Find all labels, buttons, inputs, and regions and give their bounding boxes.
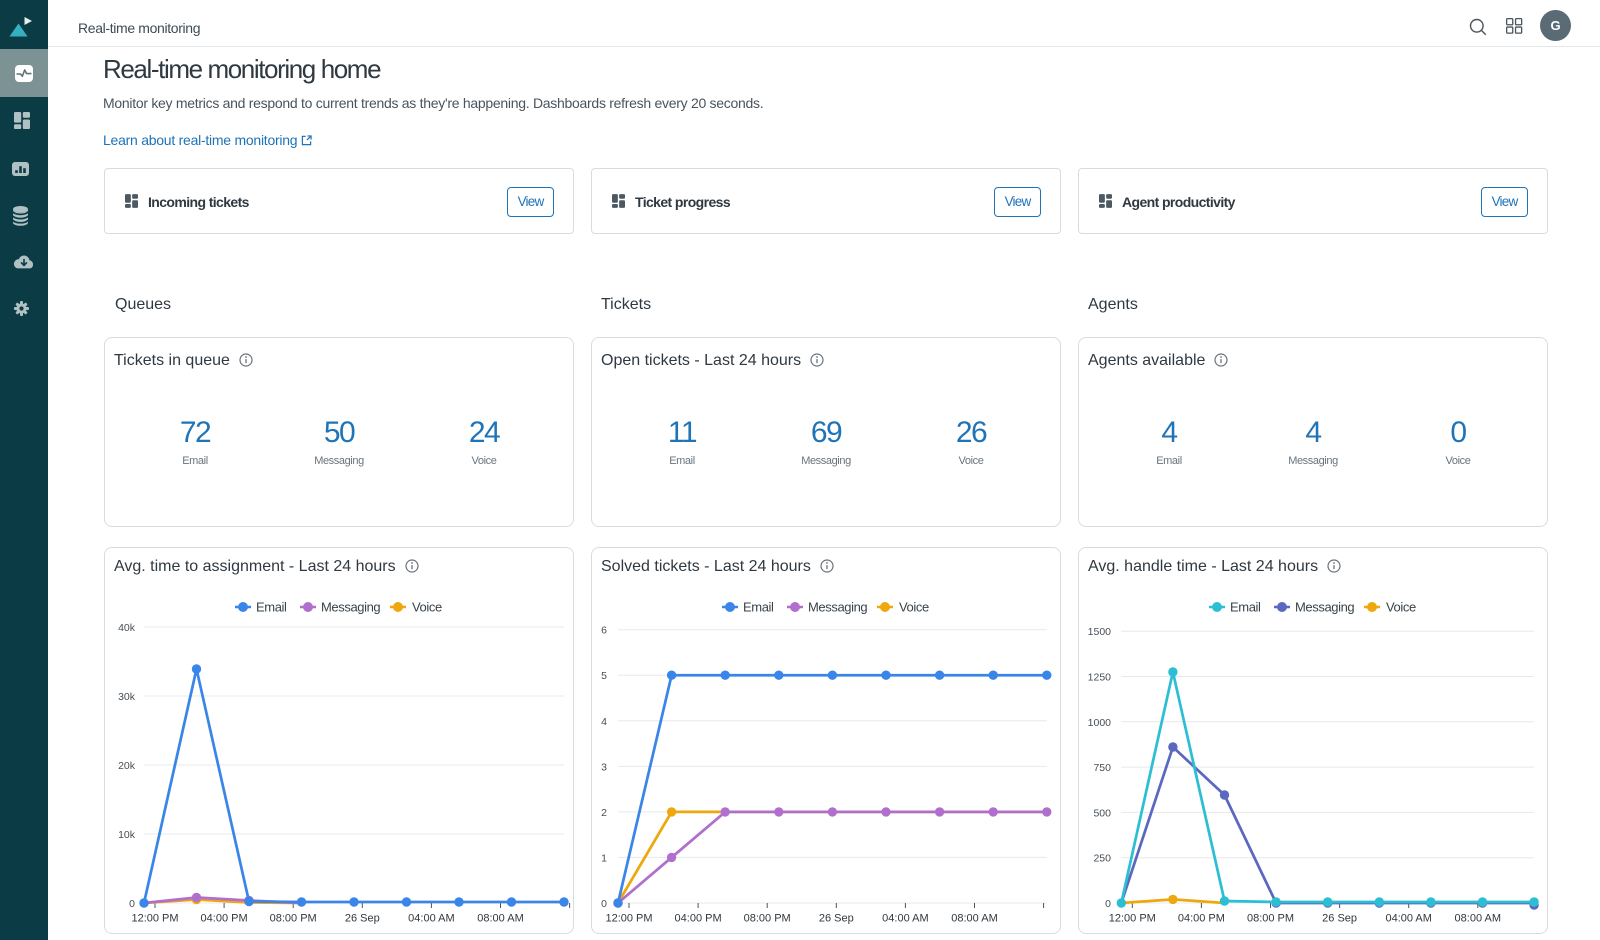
svg-text:0: 0 — [1105, 898, 1111, 910]
svg-text:10k: 10k — [118, 829, 136, 841]
svg-text:12:00 PM: 12:00 PM — [605, 913, 652, 925]
svg-text:0: 0 — [129, 898, 135, 910]
svg-text:Voice: Voice — [412, 600, 442, 615]
svg-text:04:00 PM: 04:00 PM — [1178, 913, 1225, 925]
svg-text:08:00 PM: 08:00 PM — [1247, 913, 1294, 925]
svg-text:Email: Email — [256, 600, 287, 615]
svg-text:Email: Email — [743, 600, 774, 615]
svg-text:26 Sep: 26 Sep — [345, 913, 380, 925]
svg-text:Voice: Voice — [899, 600, 929, 615]
svg-text:26 Sep: 26 Sep — [1322, 913, 1357, 925]
svg-text:500: 500 — [1093, 807, 1111, 819]
svg-text:1250: 1250 — [1088, 672, 1112, 684]
svg-text:40k: 40k — [118, 622, 136, 634]
svg-text:5: 5 — [601, 670, 607, 682]
svg-text:2: 2 — [601, 807, 607, 819]
svg-text:12:00 PM: 12:00 PM — [131, 913, 178, 925]
svg-text:1: 1 — [601, 852, 607, 864]
svg-text:750: 750 — [1093, 762, 1111, 774]
svg-text:Messaging: Messaging — [321, 600, 380, 615]
svg-text:04:00 AM: 04:00 AM — [408, 913, 454, 925]
svg-text:04:00 AM: 04:00 AM — [882, 913, 928, 925]
svg-text:04:00 AM: 04:00 AM — [1385, 913, 1431, 925]
svg-text:12:00 PM: 12:00 PM — [1109, 913, 1156, 925]
svg-text:08:00 AM: 08:00 AM — [1455, 913, 1501, 925]
svg-text:Email: Email — [1230, 600, 1261, 615]
svg-text:6: 6 — [601, 625, 607, 637]
svg-text:250: 250 — [1093, 853, 1111, 865]
svg-text:20k: 20k — [118, 760, 136, 772]
svg-text:1000: 1000 — [1088, 717, 1112, 729]
svg-text:0: 0 — [601, 898, 607, 910]
svg-text:04:00 PM: 04:00 PM — [201, 913, 248, 925]
svg-text:4: 4 — [601, 716, 607, 728]
svg-text:3: 3 — [601, 761, 607, 773]
svg-text:Voice: Voice — [1386, 600, 1416, 615]
svg-text:30k: 30k — [118, 691, 136, 703]
svg-text:08:00 PM: 08:00 PM — [270, 913, 317, 925]
svg-text:1500: 1500 — [1088, 626, 1112, 638]
svg-text:08:00 PM: 08:00 PM — [744, 913, 791, 925]
svg-text:26 Sep: 26 Sep — [819, 913, 854, 925]
svg-text:08:00 AM: 08:00 AM — [951, 913, 997, 925]
svg-text:Messaging: Messaging — [1295, 600, 1354, 615]
svg-text:Messaging: Messaging — [808, 600, 867, 615]
svg-text:04:00 PM: 04:00 PM — [675, 913, 722, 925]
svg-text:08:00 AM: 08:00 AM — [477, 913, 523, 925]
